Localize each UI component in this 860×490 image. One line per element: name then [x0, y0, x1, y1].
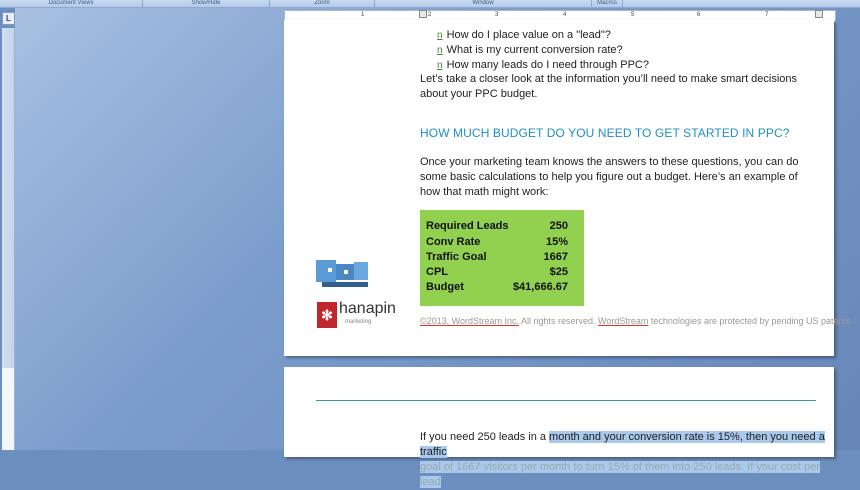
vertical-ruler[interactable]: [2, 28, 15, 450]
hanapin-wordmark: hanapin: [339, 300, 396, 317]
table-label: Conv Rate: [426, 236, 481, 248]
ribbon-group-zoom[interactable]: Zoom: [270, 0, 375, 7]
list-item[interactable]: n What is my current conversion rate?: [437, 43, 649, 58]
table-row: CPL $25: [426, 266, 568, 281]
bullet-marker: n: [437, 60, 443, 71]
ribbon-group-window[interactable]: Window: [375, 0, 592, 7]
paragraph-lead-text: If you need 250 leads in a: [420, 431, 550, 443]
ribbon-group-show-hide[interactable]: Show/Hide: [143, 0, 270, 7]
table-label: Traffic Goal: [426, 251, 487, 263]
table-row: Budget $41,666.67: [426, 281, 568, 296]
bullet-marker: n: [437, 30, 443, 41]
hanapin-logo: ✻ hanapin marketing: [317, 300, 397, 332]
page2-paragraph[interactable]: If you need 250 leads in a month and you…: [420, 430, 830, 490]
selected-text-next-line[interactable]: goal of 1667 visitors per month to turn …: [420, 461, 820, 488]
ribbon-group-bar: Document Views Show/Hide Zoom Window Mac…: [0, 0, 860, 8]
copyright-text: ©2013, WordStream Inc.: [420, 316, 520, 326]
ruler-tick: 6: [697, 12, 701, 18]
patent-text: technologies are protected by pending US…: [648, 316, 854, 326]
header-rule: [316, 400, 816, 401]
table-value: 15%: [545, 236, 568, 248]
ribbon-group-macros[interactable]: Macros: [592, 0, 623, 7]
table-value: $41,666.67: [512, 281, 568, 293]
table-label: Required Leads: [426, 220, 509, 232]
document-page-1[interactable]: n How do I place value on a "lead"? n What…: [284, 20, 853, 356]
partner-logo-graphic: [316, 260, 368, 287]
ruler-tick: 5: [631, 12, 635, 18]
ruler-tick: 7: [765, 12, 769, 18]
list-item[interactable]: n How many leads do I need through PPC?: [437, 58, 649, 73]
ribbon-group-document-views[interactable]: Document Views: [0, 0, 143, 7]
table-value: $25: [549, 266, 568, 278]
table-row: Traffic Goal 1667: [426, 251, 568, 266]
tab-selector-button[interactable]: L: [2, 12, 15, 25]
hanapin-tagline: marketing: [345, 319, 372, 325]
table-label: CPL: [426, 266, 448, 278]
section-heading[interactable]: HOW MUCH BUDGET DO YOU NEED TO GET START…: [420, 126, 790, 140]
ruler-tick: 1: [361, 12, 365, 18]
brand-text: WordStream: [598, 316, 649, 326]
bullet-text: How do I place value on a "lead"?: [446, 29, 611, 41]
table-row: Required Leads 250: [426, 220, 568, 235]
table-label: Budget: [426, 281, 464, 293]
table-value: 1667: [543, 251, 568, 263]
ruler-tick: 2: [428, 12, 432, 18]
bullet-text: What is my current conversion rate?: [446, 44, 623, 56]
list-item[interactable]: n How do I place value on a "lead"?: [437, 28, 649, 43]
ruler-tick: 3: [495, 12, 499, 18]
body-paragraph[interactable]: Once your marketing team knows the answe…: [420, 155, 820, 200]
ruler-tick: 4: [563, 12, 567, 18]
vertical-ruler-active-area: [2, 368, 14, 450]
bullet-list: n How do I place value on a "lead"? n What…: [437, 28, 649, 73]
document-page-2[interactable]: If you need 250 leads in a month and you…: [284, 367, 834, 488]
bullet-text: How many leads do I need through PPC?: [446, 59, 649, 71]
copyright-footer[interactable]: ©2013, WordStream Inc. All rights reserv…: [420, 316, 853, 326]
budget-table[interactable]: Required Leads 250 Conv Rate 15% Traffic…: [420, 210, 584, 306]
intro-paragraph[interactable]: Let’s take a closer look at the informat…: [420, 72, 820, 102]
bullet-marker: n: [437, 45, 443, 56]
table-value: 250: [549, 220, 568, 232]
hanapin-mark-icon: ✻: [317, 302, 337, 328]
rights-text: All rights reserved.: [519, 316, 599, 326]
table-row: Conv Rate 15%: [426, 236, 568, 251]
